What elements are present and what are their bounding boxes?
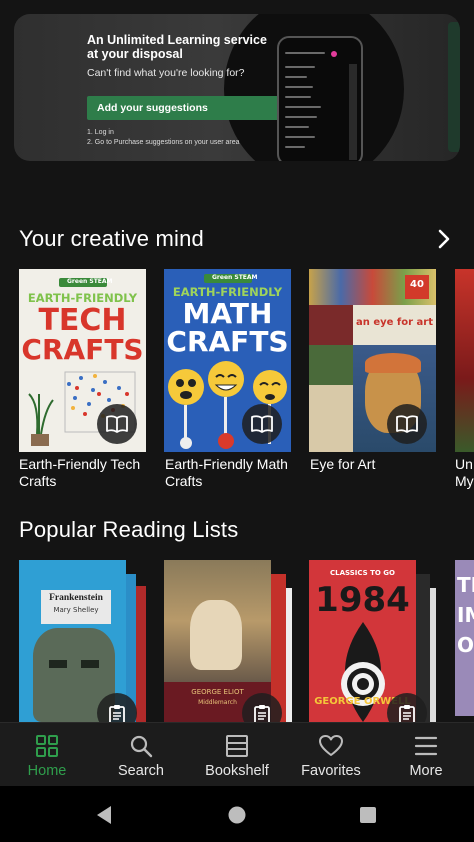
nav-bookshelf[interactable]: Bookshelf bbox=[190, 723, 284, 787]
nav-search-label: Search bbox=[118, 763, 164, 779]
phone-line bbox=[285, 52, 325, 54]
banner-title: An Unlimited Learning service at your di… bbox=[87, 33, 267, 61]
system-navigation-bar bbox=[0, 786, 474, 842]
cover-number: 40 bbox=[410, 279, 424, 290]
cover-title: Frankenstein bbox=[49, 593, 103, 603]
read-book-badge[interactable] bbox=[387, 404, 427, 444]
chevron-right-icon[interactable] bbox=[433, 228, 455, 250]
cover-figure bbox=[190, 600, 242, 670]
book-title[interactable]: Eye for Art bbox=[310, 456, 442, 473]
menu-icon bbox=[414, 736, 438, 756]
promo-banner[interactable]: An Unlimited Learning service at your di… bbox=[14, 14, 460, 161]
cover-title: THE IMP OF bbox=[457, 573, 474, 657]
book-title[interactable]: Earth-Friendly Math Crafts bbox=[165, 456, 297, 490]
open-book-icon bbox=[106, 415, 128, 433]
bookshelf-icon bbox=[226, 735, 248, 757]
book-title[interactable]: Earth-Friendly Tech Crafts bbox=[19, 456, 151, 490]
nav-more-label: More bbox=[409, 763, 443, 779]
cover-line3: CRAFTS bbox=[166, 325, 289, 358]
bottom-navigation: Home Search Bookshelf Favorites More bbox=[0, 722, 474, 786]
banner-step-2: 2. Go to Purchase suggestions on your us… bbox=[87, 139, 240, 146]
phone-avatar-dot bbox=[331, 51, 337, 57]
read-book-badge[interactable] bbox=[97, 404, 137, 444]
phone-line bbox=[285, 116, 317, 118]
cover-line3: CRAFTS bbox=[21, 333, 144, 366]
nav-search[interactable]: Search bbox=[94, 723, 188, 787]
search-icon bbox=[130, 735, 153, 758]
grid-icon bbox=[36, 735, 58, 757]
phone-line bbox=[285, 106, 321, 108]
cover-eye bbox=[81, 660, 99, 668]
nav-home[interactable]: Home bbox=[0, 723, 94, 787]
cover-series: CLASSICS TO GO bbox=[330, 569, 395, 577]
book-cover-partial[interactable] bbox=[455, 269, 474, 452]
nav-favorites-label: Favorites bbox=[301, 763, 361, 779]
phone-line bbox=[285, 86, 313, 88]
banner-subtitle: Can't find what you're looking for? bbox=[87, 67, 245, 79]
open-book-icon bbox=[396, 415, 418, 433]
cover-eye bbox=[49, 660, 67, 668]
open-book-icon bbox=[251, 415, 273, 433]
home-circle-icon[interactable] bbox=[227, 805, 247, 825]
phone-mockup-image bbox=[277, 36, 363, 161]
banner-edge-decoration bbox=[448, 22, 460, 152]
section-title-popular: Popular Reading Lists bbox=[19, 517, 239, 542]
banner-steps: 1. Log in 2. Go to Purchase suggestions … bbox=[87, 128, 240, 148]
nav-home-label: Home bbox=[27, 763, 67, 779]
book-title[interactable]: Un My bbox=[455, 456, 474, 490]
cover-author: Mary Shelley bbox=[53, 606, 99, 614]
nav-favorites[interactable]: Favorites bbox=[284, 723, 378, 787]
phone-line bbox=[285, 76, 307, 78]
heart-icon bbox=[319, 735, 343, 756]
phone-strip bbox=[349, 64, 357, 160]
phone-line bbox=[285, 66, 315, 68]
section-title-creative: Your creative mind bbox=[19, 226, 204, 251]
nav-bookshelf-label: Bookshelf bbox=[205, 763, 269, 779]
phone-line bbox=[285, 126, 309, 128]
cover-line1: an eye for art bbox=[355, 317, 433, 328]
add-suggestions-button[interactable]: Add your suggestions bbox=[87, 96, 281, 120]
cover-painting bbox=[309, 345, 353, 385]
reading-list-partial[interactable]: THE IMP OF bbox=[455, 560, 474, 716]
back-icon[interactable] bbox=[95, 805, 115, 825]
phone-line bbox=[285, 96, 311, 98]
cover-corner bbox=[309, 385, 353, 452]
recent-apps-icon[interactable] bbox=[359, 806, 377, 824]
phone-line bbox=[285, 136, 315, 138]
cover-hair bbox=[365, 353, 421, 373]
read-book-badge[interactable] bbox=[242, 404, 282, 444]
series-label: Green STEAM bbox=[67, 278, 113, 285]
phone-line bbox=[285, 146, 305, 148]
series-label: Green STEAM bbox=[212, 274, 258, 281]
nav-more[interactable]: More bbox=[379, 723, 473, 787]
cover-title: 1984 bbox=[315, 580, 410, 620]
banner-step-1: 1. Log in bbox=[87, 129, 114, 136]
